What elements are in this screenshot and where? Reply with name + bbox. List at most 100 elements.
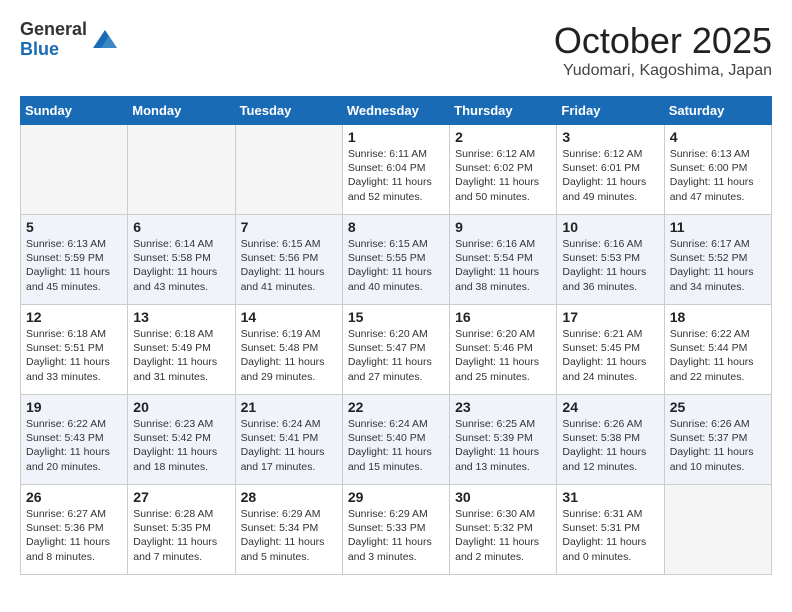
location: Yudomari, Kagoshima, Japan: [554, 62, 772, 80]
calendar-table: SundayMondayTuesdayWednesdayThursdayFrid…: [20, 96, 772, 575]
calendar-day-26: 26 Sunrise: 6:27 AM Sunset: 5:36 PM Dayli…: [21, 485, 128, 575]
date-number: 24: [562, 399, 658, 415]
cell-sun-info: Sunrise: 6:15 AM Sunset: 5:55 PM Dayligh…: [348, 237, 444, 294]
cell-sun-info: Sunrise: 6:18 AM Sunset: 5:49 PM Dayligh…: [133, 327, 229, 384]
cell-sun-info: Sunrise: 6:22 AM Sunset: 5:44 PM Dayligh…: [670, 327, 766, 384]
calendar-week-row: 12Sunrise: 6:18 AM Sunset: 5:51 PM Dayli…: [21, 305, 772, 395]
calendar-day-11: 11 Sunrise: 6:17 AM Sunset: 5:52 PM Dayli…: [664, 215, 771, 305]
date-number: 11: [670, 219, 766, 235]
logo: General Blue: [20, 20, 119, 60]
calendar-day-4: 4 Sunrise: 6:13 AM Sunset: 6:00 PM Daylig…: [664, 125, 771, 215]
cell-sun-info: Sunrise: 6:14 AM Sunset: 5:58 PM Dayligh…: [133, 237, 229, 294]
date-number: 8: [348, 219, 444, 235]
calendar-day-2: 2Sunrise: 6:12 AM Sunset: 6:02 PM Daylig…: [450, 125, 557, 215]
calendar-day-20: 20 Sunrise: 6:23 AM Sunset: 5:42 PM Dayli…: [128, 395, 235, 485]
cell-sun-info: Sunrise: 6:31 AM Sunset: 5:31 PM Dayligh…: [562, 507, 658, 564]
calendar-day-22: 22Sunrise: 6:24 AM Sunset: 5:40 PM Dayli…: [342, 395, 449, 485]
calendar-day-30: 30Sunrise: 6:30 AM Sunset: 5:32 PM Dayli…: [450, 485, 557, 575]
calendar-day-5: 5Sunrise: 6:13 AM Sunset: 5:59 PM Daylig…: [21, 215, 128, 305]
calendar-week-row: 19 Sunrise: 6:22 AM Sunset: 5:43 PM Dayli…: [21, 395, 772, 485]
cell-sun-info: Sunrise: 6:16 AM Sunset: 5:53 PM Dayligh…: [562, 237, 658, 294]
calendar-day-19: 19 Sunrise: 6:22 AM Sunset: 5:43 PM Dayli…: [21, 395, 128, 485]
calendar-day-15: 15 Sunrise: 6:20 AM Sunset: 5:47 PM Dayli…: [342, 305, 449, 395]
date-number: 27: [133, 489, 229, 505]
cell-sun-info: Sunrise: 6:20 AM Sunset: 5:46 PM Dayligh…: [455, 327, 551, 384]
cell-sun-info: Sunrise: 6:21 AM Sunset: 5:45 PM Dayligh…: [562, 327, 658, 384]
cell-sun-info: Sunrise: 6:12 AM Sunset: 6:02 PM Dayligh…: [455, 147, 551, 204]
calendar-day-27: 27 Sunrise: 6:28 AM Sunset: 5:35 PM Dayli…: [128, 485, 235, 575]
cell-sun-info: Sunrise: 6:12 AM Sunset: 6:01 PM Dayligh…: [562, 147, 658, 204]
cell-sun-info: Sunrise: 6:16 AM Sunset: 5:54 PM Dayligh…: [455, 237, 551, 294]
calendar-day-21: 21 Sunrise: 6:24 AM Sunset: 5:41 PM Dayli…: [235, 395, 342, 485]
cell-sun-info: Sunrise: 6:27 AM Sunset: 5:36 PM Dayligh…: [26, 507, 122, 564]
calendar-day-14: 14 Sunrise: 6:19 AM Sunset: 5:48 PM Dayli…: [235, 305, 342, 395]
calendar-empty-cell: [128, 125, 235, 215]
page-header: General Blue October 2025 Yudomari, Kago…: [20, 20, 772, 80]
calendar-day-17: 17 Sunrise: 6:21 AM Sunset: 5:45 PM Dayli…: [557, 305, 664, 395]
day-header-wednesday: Wednesday: [342, 97, 449, 125]
date-number: 19: [26, 399, 122, 415]
calendar-week-row: 1Sunrise: 6:11 AM Sunset: 6:04 PM Daylig…: [21, 125, 772, 215]
calendar-day-10: 10Sunrise: 6:16 AM Sunset: 5:53 PM Dayli…: [557, 215, 664, 305]
cell-sun-info: Sunrise: 6:29 AM Sunset: 5:33 PM Dayligh…: [348, 507, 444, 564]
calendar-day-8: 8 Sunrise: 6:15 AM Sunset: 5:55 PM Daylig…: [342, 215, 449, 305]
date-number: 17: [562, 309, 658, 325]
month-title: October 2025: [554, 20, 772, 62]
cell-sun-info: Sunrise: 6:25 AM Sunset: 5:39 PM Dayligh…: [455, 417, 551, 474]
cell-sun-info: Sunrise: 6:23 AM Sunset: 5:42 PM Dayligh…: [133, 417, 229, 474]
cell-sun-info: Sunrise: 6:30 AM Sunset: 5:32 PM Dayligh…: [455, 507, 551, 564]
calendar-week-row: 26 Sunrise: 6:27 AM Sunset: 5:36 PM Dayli…: [21, 485, 772, 575]
date-number: 29: [348, 489, 444, 505]
cell-sun-info: Sunrise: 6:22 AM Sunset: 5:43 PM Dayligh…: [26, 417, 122, 474]
calendar-day-6: 6 Sunrise: 6:14 AM Sunset: 5:58 PM Daylig…: [128, 215, 235, 305]
date-number: 25: [670, 399, 766, 415]
date-number: 26: [26, 489, 122, 505]
day-header-thursday: Thursday: [450, 97, 557, 125]
calendar-empty-cell: [21, 125, 128, 215]
calendar-day-1: 1Sunrise: 6:11 AM Sunset: 6:04 PM Daylig…: [342, 125, 449, 215]
calendar-empty-cell: [664, 485, 771, 575]
calendar-day-7: 7Sunrise: 6:15 AM Sunset: 5:56 PM Daylig…: [235, 215, 342, 305]
cell-sun-info: Sunrise: 6:26 AM Sunset: 5:38 PM Dayligh…: [562, 417, 658, 474]
title-block: October 2025 Yudomari, Kagoshima, Japan: [554, 20, 772, 80]
date-number: 1: [348, 129, 444, 145]
date-number: 18: [670, 309, 766, 325]
calendar-day-31: 31 Sunrise: 6:31 AM Sunset: 5:31 PM Dayli…: [557, 485, 664, 575]
calendar-day-18: 18 Sunrise: 6:22 AM Sunset: 5:44 PM Dayli…: [664, 305, 771, 395]
cell-sun-info: Sunrise: 6:28 AM Sunset: 5:35 PM Dayligh…: [133, 507, 229, 564]
calendar-empty-cell: [235, 125, 342, 215]
day-header-monday: Monday: [128, 97, 235, 125]
calendar-day-13: 13 Sunrise: 6:18 AM Sunset: 5:49 PM Dayli…: [128, 305, 235, 395]
cell-sun-info: Sunrise: 6:17 AM Sunset: 5:52 PM Dayligh…: [670, 237, 766, 294]
cell-sun-info: Sunrise: 6:18 AM Sunset: 5:51 PM Dayligh…: [26, 327, 122, 384]
calendar-day-16: 16Sunrise: 6:20 AM Sunset: 5:46 PM Dayli…: [450, 305, 557, 395]
calendar-day-9: 9 Sunrise: 6:16 AM Sunset: 5:54 PM Daylig…: [450, 215, 557, 305]
date-number: 13: [133, 309, 229, 325]
day-header-tuesday: Tuesday: [235, 97, 342, 125]
cell-sun-info: Sunrise: 6:19 AM Sunset: 5:48 PM Dayligh…: [241, 327, 337, 384]
day-header-saturday: Saturday: [664, 97, 771, 125]
cell-sun-info: Sunrise: 6:24 AM Sunset: 5:41 PM Dayligh…: [241, 417, 337, 474]
date-number: 4: [670, 129, 766, 145]
date-number: 14: [241, 309, 337, 325]
day-header-friday: Friday: [557, 97, 664, 125]
date-number: 21: [241, 399, 337, 415]
date-number: 3: [562, 129, 658, 145]
calendar-day-29: 29 Sunrise: 6:29 AM Sunset: 5:33 PM Dayli…: [342, 485, 449, 575]
cell-sun-info: Sunrise: 6:24 AM Sunset: 5:40 PM Dayligh…: [348, 417, 444, 474]
cell-sun-info: Sunrise: 6:26 AM Sunset: 5:37 PM Dayligh…: [670, 417, 766, 474]
date-number: 9: [455, 219, 551, 235]
cell-sun-info: Sunrise: 6:20 AM Sunset: 5:47 PM Dayligh…: [348, 327, 444, 384]
day-header-row: SundayMondayTuesdayWednesdayThursdayFrid…: [21, 97, 772, 125]
date-number: 20: [133, 399, 229, 415]
day-header-sunday: Sunday: [21, 97, 128, 125]
logo-icon: [91, 26, 119, 54]
calendar-day-3: 3 Sunrise: 6:12 AM Sunset: 6:01 PM Daylig…: [557, 125, 664, 215]
date-number: 15: [348, 309, 444, 325]
logo-general-text: General: [20, 20, 87, 40]
date-number: 31: [562, 489, 658, 505]
date-number: 6: [133, 219, 229, 235]
calendar-day-28: 28Sunrise: 6:29 AM Sunset: 5:34 PM Dayli…: [235, 485, 342, 575]
cell-sun-info: Sunrise: 6:13 AM Sunset: 6:00 PM Dayligh…: [670, 147, 766, 204]
date-number: 23: [455, 399, 551, 415]
